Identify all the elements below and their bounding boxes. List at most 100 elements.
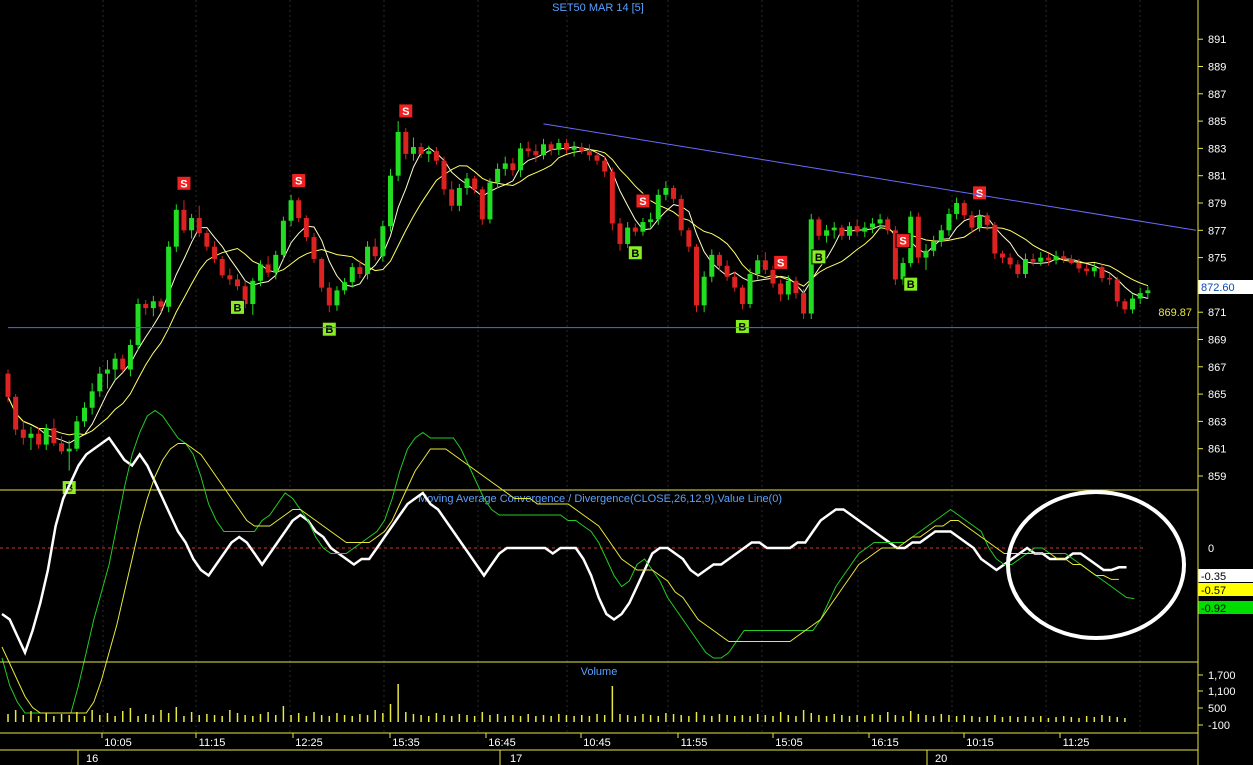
- price-tick-label: 881: [1208, 171, 1226, 183]
- candle-body: [66, 448, 72, 452]
- candle-body: [235, 279, 240, 287]
- candle-body: [1015, 264, 1021, 274]
- candle-body: [648, 219, 654, 223]
- price-tick-label: 863: [1208, 416, 1226, 428]
- buy-signal: B: [811, 249, 827, 265]
- candle-body: [426, 151, 432, 154]
- candle-body: [181, 209, 187, 231]
- candle-body: [1045, 257, 1051, 261]
- day-label: 20: [935, 753, 947, 765]
- candle-body: [931, 241, 937, 251]
- candle-body: [150, 301, 156, 309]
- price-tick-label: 859: [1208, 471, 1226, 483]
- candle-body: [586, 151, 592, 156]
- signal-label: S: [777, 257, 784, 269]
- candle-body: [418, 147, 424, 154]
- candle-body: [548, 144, 554, 150]
- candle-body: [518, 148, 524, 171]
- candle-body: [724, 265, 730, 277]
- candle-body: [449, 189, 455, 206]
- candle-body: [816, 219, 822, 236]
- candle-body: [280, 220, 286, 255]
- price-tick-label: 861: [1208, 444, 1226, 456]
- candle-body: [250, 280, 256, 305]
- candle-body: [365, 246, 371, 274]
- candle-body: [158, 301, 164, 307]
- candle-body: [1053, 256, 1059, 261]
- candle-body: [1099, 267, 1105, 279]
- time-tick-label: 15:05: [775, 737, 803, 749]
- candle-body: [410, 147, 416, 154]
- candle-body: [671, 187, 677, 199]
- candle-body: [663, 187, 669, 195]
- candle-body: [785, 280, 791, 295]
- candle-body: [127, 344, 133, 370]
- price-tick-label: 879: [1208, 198, 1226, 210]
- signal-label: B: [815, 252, 823, 264]
- candle-body: [342, 282, 348, 291]
- candle-body: [59, 443, 65, 452]
- candle-body: [189, 218, 195, 231]
- candle-body: [525, 148, 531, 152]
- candle-body: [747, 273, 753, 305]
- candle-body: [801, 293, 807, 314]
- signal-label: S: [639, 196, 646, 208]
- price-tick-label: 891: [1208, 34, 1226, 46]
- candle-body: [380, 226, 386, 257]
- candle-body: [82, 407, 87, 422]
- candle-body: [862, 227, 868, 232]
- chart-canvas: BSBSBSBSBS BSBS SET50 MAR 14 [5] 89188988…: [0, 0, 1253, 765]
- candle-body: [173, 209, 179, 247]
- candle-body: [533, 151, 539, 156]
- volume-title: Volume: [581, 666, 618, 678]
- candle-body: [502, 163, 508, 169]
- chart-title: SET50 MAR 14 [5]: [552, 2, 644, 14]
- candle-body: [1000, 253, 1005, 258]
- candle-body: [5, 373, 11, 397]
- candle-body: [28, 433, 34, 438]
- candle-body: [984, 215, 990, 225]
- candle-body: [778, 283, 784, 295]
- candle-body: [51, 428, 57, 444]
- candle-body: [43, 428, 49, 445]
- candle-body: [541, 144, 546, 156]
- candle-body: [20, 429, 26, 438]
- candle-body: [1007, 257, 1013, 265]
- support-level-label: 869.87: [1158, 307, 1192, 319]
- candle-body: [349, 267, 355, 283]
- time-tick-label: 10:15: [966, 737, 994, 749]
- signal-label: S: [899, 236, 906, 248]
- candle-body: [969, 215, 975, 228]
- candle-body: [1114, 279, 1120, 302]
- candle-body: [357, 267, 363, 274]
- candle-body: [854, 226, 860, 232]
- signal-label: B: [907, 279, 915, 291]
- time-tick-label: 15:35: [392, 737, 420, 749]
- candle-body: [13, 396, 19, 430]
- sell-signal: S: [176, 175, 192, 191]
- candle-body: [632, 227, 638, 232]
- candle-body: [762, 260, 768, 270]
- candle-body: [946, 213, 952, 231]
- candle-body: [992, 224, 998, 254]
- candle-body: [441, 160, 447, 190]
- price-tick-label: 875: [1208, 253, 1226, 265]
- candle-body: [288, 200, 294, 221]
- price-tick-label: 867: [1208, 362, 1226, 374]
- signal-label: S: [295, 176, 302, 188]
- candle-body: [1107, 278, 1113, 280]
- price-tick-label: 885: [1208, 116, 1226, 128]
- candle-body: [212, 246, 218, 259]
- candle-body: [847, 226, 852, 236]
- candle-body: [808, 219, 814, 314]
- buy-signal: B: [230, 299, 245, 315]
- sell-signal: S: [972, 185, 988, 201]
- signal-label: B: [325, 324, 333, 336]
- candle-body: [831, 227, 837, 231]
- candle-body: [1145, 290, 1151, 294]
- candle-body: [388, 175, 393, 227]
- time-tick-label: 16:45: [488, 737, 516, 749]
- candle-body: [1022, 258, 1028, 274]
- signal-label: S: [976, 188, 983, 200]
- candle-body: [1038, 257, 1044, 262]
